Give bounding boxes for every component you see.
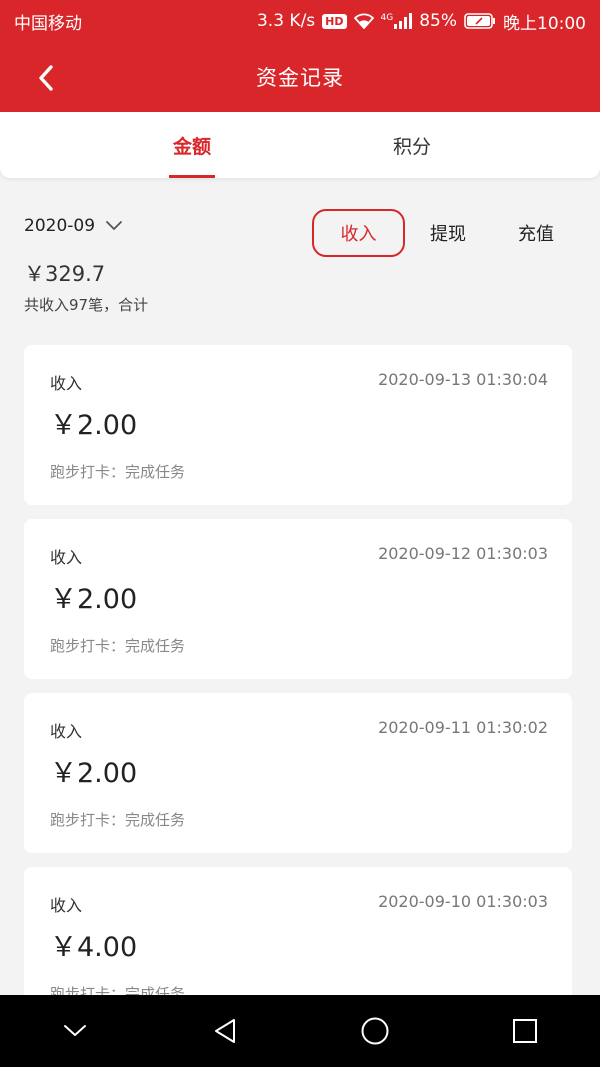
home-circle-icon (361, 1017, 389, 1045)
record-description: 跑步打卡：完成任务 (50, 463, 186, 481)
system-nav-bar (0, 995, 600, 1067)
summary-amount: ￥329.7 (24, 262, 106, 286)
back-triangle-icon (215, 1019, 235, 1043)
record-time: 2020-09-11 01:30:02 (378, 718, 548, 737)
network-type: 4G (380, 13, 394, 23)
record-amount: ￥2.00 (50, 410, 138, 441)
record-description: 跑步打卡：完成任务 (50, 811, 186, 829)
status-indicators: 3.3 K/s HD 4G 85% 晚上10:00 (257, 9, 586, 34)
filter-recharge-button[interactable]: 充值 (506, 209, 566, 257)
month-value: 2020-09 (24, 216, 96, 236)
summary-text: 共收入97笔，合计 (24, 296, 149, 314)
record-amount: ￥2.00 (50, 584, 138, 615)
chevron-down-icon (64, 1025, 86, 1036)
signal-icon: 4G (381, 13, 413, 29)
records-list: 收入 2020-09-13 01:30:04 ￥2.00 跑步打卡：完成任务 收… (24, 345, 572, 1041)
tab-points-label: 积分 (392, 135, 431, 158)
nav-recents-button[interactable] (495, 1001, 555, 1061)
record-type: 收入 (50, 896, 83, 915)
nav-back-button[interactable] (195, 1001, 255, 1061)
network-speed: 3.3 K/s (256, 11, 316, 31)
record-time: 2020-09-12 01:30:03 (378, 544, 548, 563)
filter-income-button[interactable]: 收入 (312, 209, 405, 257)
list-item[interactable]: 收入 2020-09-12 01:30:03 ￥2.00 跑步打卡：完成任务 (24, 519, 572, 679)
screen: 中国移动 3.3 K/s HD 4G 85% 晚上10:00 资金记录 金额 积… (0, 0, 600, 1067)
tab-amount[interactable]: 金额 (132, 112, 252, 178)
battery-icon (464, 13, 496, 29)
chevron-down-icon (106, 221, 122, 230)
nav-hide-button[interactable] (45, 1001, 105, 1061)
record-time: 2020-09-10 01:30:03 (378, 892, 548, 911)
record-description: 跑步打卡：完成任务 (50, 637, 186, 655)
carrier-label: 中国移动 (14, 13, 82, 34)
filter-withdraw-button[interactable]: 提现 (418, 209, 478, 257)
list-item[interactable]: 收入 2020-09-11 01:30:02 ￥2.00 跑步打卡：完成任务 (24, 693, 572, 853)
wifi-icon (353, 13, 374, 29)
record-amount: ￥4.00 (50, 932, 138, 963)
hd-badge: HD (322, 13, 347, 29)
battery-percent: 85% (419, 11, 457, 31)
list-item[interactable]: 收入 2020-09-13 01:30:04 ￥2.00 跑步打卡：完成任务 (24, 345, 572, 505)
record-time: 2020-09-13 01:30:04 (378, 370, 548, 389)
status-bar: 中国移动 3.3 K/s HD 4G 85% 晚上10:00 (0, 0, 600, 42)
record-amount: ￥2.00 (50, 758, 138, 789)
tab-bar: 金额 积分 (0, 112, 600, 178)
clock: 晚上10:00 (503, 13, 586, 34)
tab-active-indicator (169, 175, 215, 178)
tab-points[interactable]: 积分 (352, 112, 472, 178)
tab-amount-label: 金额 (172, 135, 211, 158)
filter-row: 2020-09 收入 提现 充值 (0, 206, 600, 260)
recents-square-icon (513, 1019, 537, 1043)
record-type: 收入 (50, 722, 83, 741)
nav-home-button[interactable] (345, 1001, 405, 1061)
page-title: 资金记录 (256, 66, 344, 90)
record-type: 收入 (50, 548, 83, 567)
month-picker[interactable]: 2020-09 (24, 216, 123, 236)
app-bar: 资金记录 (0, 42, 600, 112)
record-type: 收入 (50, 374, 83, 393)
